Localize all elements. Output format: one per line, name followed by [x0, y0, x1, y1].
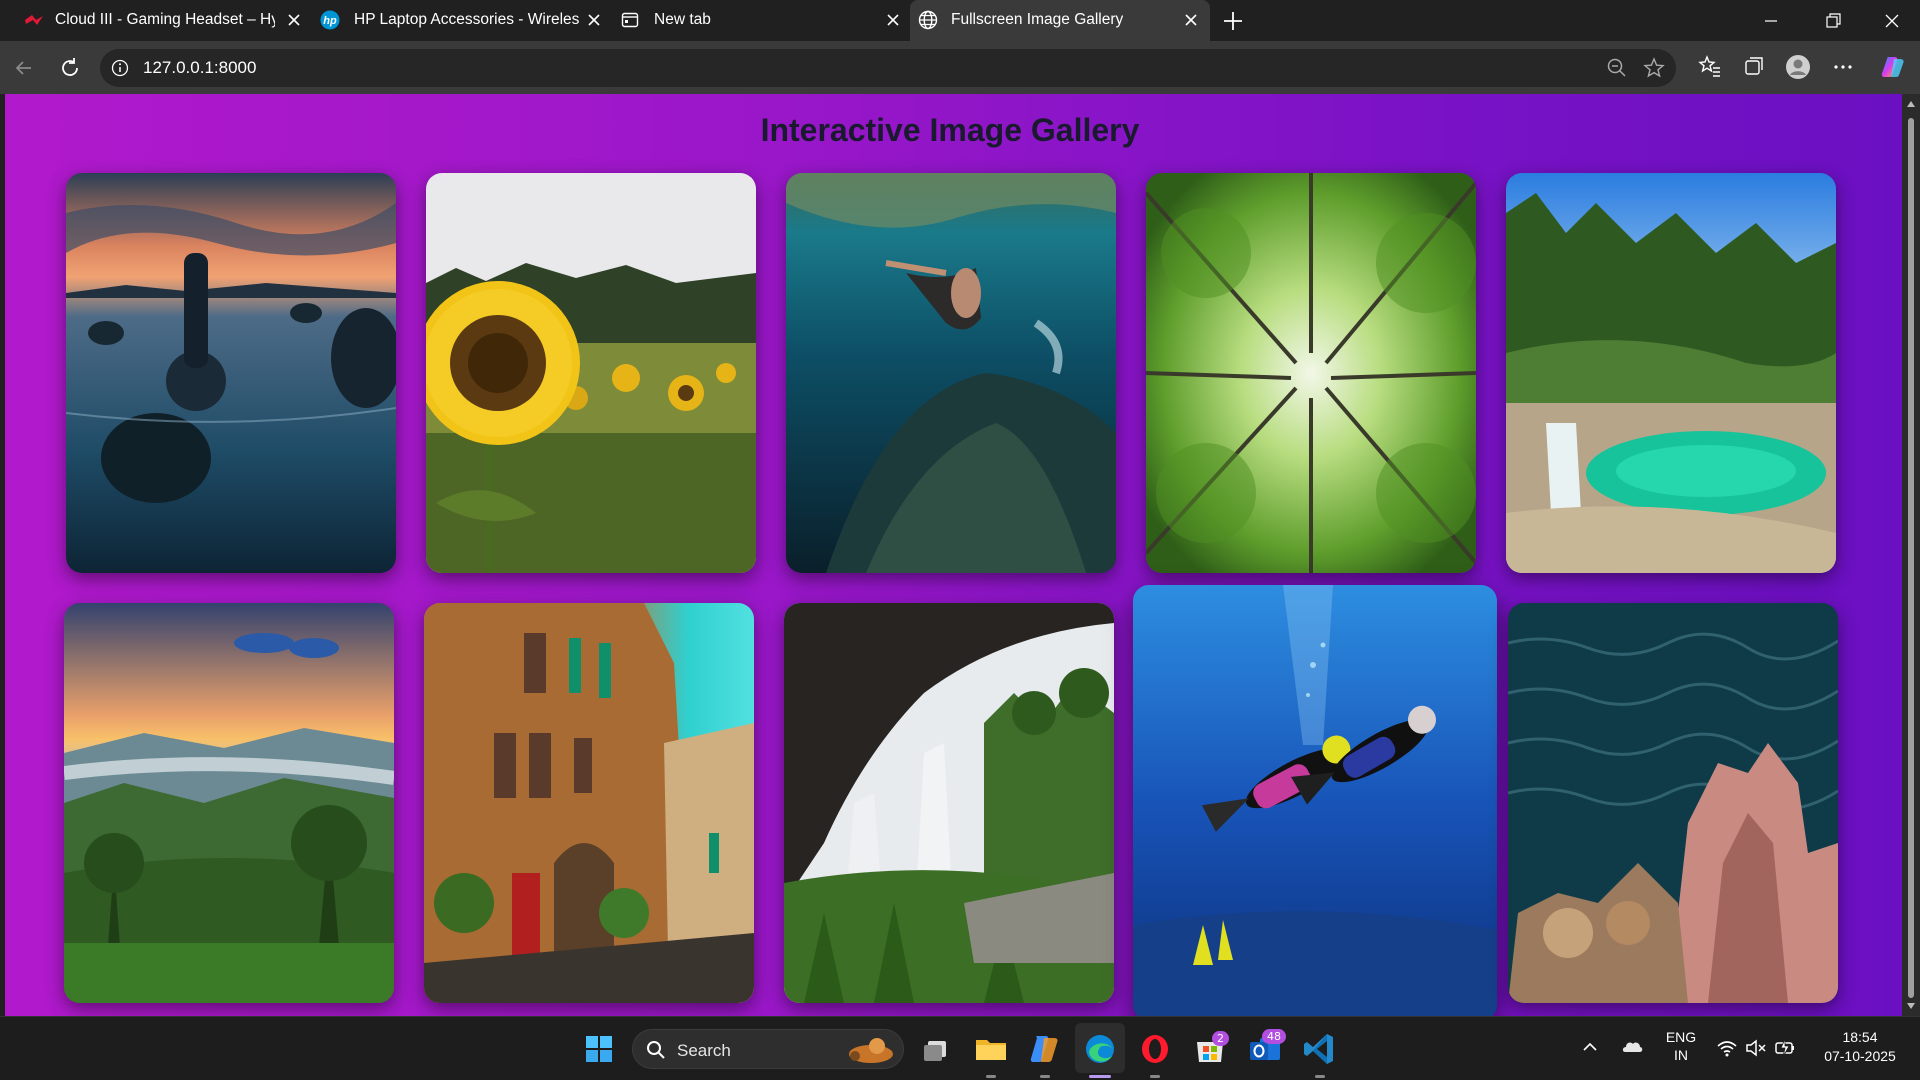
- vscode-icon[interactable]: [1301, 1030, 1339, 1068]
- windows-start-icon[interactable]: [580, 1030, 618, 1068]
- scroll-up-icon[interactable]: [1906, 100, 1916, 108]
- url-text: 127.0.0.1:8000: [143, 58, 257, 77]
- onedrive-icon[interactable]: [1620, 1037, 1644, 1055]
- close-window-icon[interactable]: [1877, 8, 1907, 34]
- running-indicator: [986, 1075, 996, 1078]
- show-hidden-icons-icon[interactable]: [1582, 1041, 1598, 1053]
- taskbar: Search 2 48 ENG IN 18:54 07-10-2025: [0, 1016, 1920, 1080]
- search-highlight-icon: [849, 1038, 893, 1063]
- tab-strip: Cloud III - Gaming Headset – Hyp hp HP L…: [0, 0, 1920, 41]
- task-view-icon[interactable]: [918, 1030, 956, 1068]
- lang-bottom: IN: [1674, 1047, 1688, 1063]
- clock-time: 18:54: [1842, 1029, 1878, 1045]
- gallery-image-misty-hills[interactable]: [64, 603, 394, 1003]
- tab-title: HP Laptop Accessories - Wireless: [354, 11, 580, 28]
- favorite-star-icon[interactable]: [1643, 57, 1665, 79]
- gallery-image-sunflower[interactable]: [426, 173, 756, 573]
- page-scrollbar[interactable]: [1902, 94, 1920, 1016]
- back-icon[interactable]: [11, 55, 37, 81]
- clock-date: 07-10-2025: [1824, 1048, 1896, 1064]
- gallery-image-sunset-rocks[interactable]: [66, 173, 396, 573]
- taskbar-search[interactable]: Search: [632, 1029, 904, 1069]
- store-badge: 2: [1212, 1031, 1229, 1046]
- restore-icon[interactable]: [1818, 8, 1848, 34]
- collections-icon[interactable]: [1741, 54, 1767, 80]
- tab-title: New tab: [654, 11, 711, 28]
- close-tab-icon[interactable]: [1180, 9, 1202, 31]
- outlook-badge: 48: [1262, 1029, 1286, 1044]
- copilot-icon[interactable]: [1880, 54, 1906, 80]
- hp-icon: hp: [320, 10, 340, 30]
- gallery-image-scuba-divers[interactable]: [1133, 585, 1497, 1016]
- tab-gallery[interactable]: Fullscreen Image Gallery: [910, 0, 1210, 41]
- scrollbar-thumb[interactable]: [1908, 118, 1914, 998]
- globe-icon: [918, 10, 938, 30]
- file-explorer-icon[interactable]: [972, 1030, 1010, 1068]
- gallery-image-turquoise-pool[interactable]: [1506, 173, 1836, 573]
- page-title: Interactive Image Gallery: [760, 112, 1140, 148]
- volume-muted-icon[interactable]: [1745, 1039, 1767, 1057]
- scroll-down-icon[interactable]: [1906, 1002, 1916, 1010]
- tab-hyperx[interactable]: Cloud III - Gaming Headset – Hyp: [0, 0, 306, 41]
- gallery-image-snorkeler[interactable]: [786, 173, 1116, 573]
- close-tab-icon[interactable]: [283, 9, 305, 31]
- newtab-icon: [620, 10, 640, 30]
- running-indicator: [1315, 1075, 1325, 1078]
- tab-title: Fullscreen Image Gallery: [951, 11, 1124, 28]
- svg-text:hp: hp: [323, 15, 337, 27]
- address-bar[interactable]: 127.0.0.1:8000: [100, 49, 1676, 87]
- gallery-image-forest-canopy[interactable]: [1146, 173, 1476, 573]
- toolbar: 127.0.0.1:8000: [0, 41, 1920, 94]
- page-viewport: Interactive Image Gallery: [5, 94, 1902, 1016]
- more-menu-icon[interactable]: [1830, 54, 1856, 80]
- minimize-icon[interactable]: [1756, 8, 1786, 34]
- profile-avatar-icon[interactable]: [1785, 54, 1811, 80]
- lang-top: ENG: [1665, 1029, 1697, 1045]
- favorites-icon[interactable]: [1697, 54, 1723, 80]
- close-tab-icon[interactable]: [583, 9, 605, 31]
- running-indicator: [1150, 1075, 1160, 1078]
- gallery-image-waterfall-cave[interactable]: [784, 603, 1114, 1003]
- new-tab-plus-icon[interactable]: [1219, 7, 1247, 35]
- zoom-out-icon[interactable]: [1606, 57, 1628, 79]
- wifi-icon[interactable]: [1716, 1039, 1738, 1057]
- tab-hp[interactable]: hp HP Laptop Accessories - Wireless: [306, 0, 606, 41]
- search-icon: [647, 1041, 665, 1059]
- search-label: Search: [677, 1041, 731, 1060]
- copilot-app-icon[interactable]: [1026, 1030, 1064, 1068]
- hyperx-icon: [24, 10, 44, 30]
- refresh-icon[interactable]: [57, 55, 83, 81]
- site-info-icon[interactable]: [111, 59, 129, 77]
- tab-newtab[interactable]: New tab: [606, 0, 908, 41]
- active-indicator: [1089, 1075, 1111, 1078]
- running-indicator: [1040, 1075, 1050, 1078]
- battery-charging-icon[interactable]: [1774, 1038, 1796, 1058]
- gallery-image-coral-rocks[interactable]: [1508, 603, 1838, 1003]
- clock[interactable]: 18:54 07-10-2025: [1810, 1029, 1910, 1064]
- opera-icon[interactable]: [1136, 1030, 1174, 1068]
- language-indicator[interactable]: ENG IN: [1660, 1029, 1702, 1063]
- gallery-image-stone-building[interactable]: [424, 603, 754, 1003]
- edge-browser-icon[interactable]: [1081, 1030, 1119, 1068]
- close-tab-icon[interactable]: [882, 9, 904, 31]
- tab-title: Cloud III - Gaming Headset – Hyp: [55, 11, 275, 28]
